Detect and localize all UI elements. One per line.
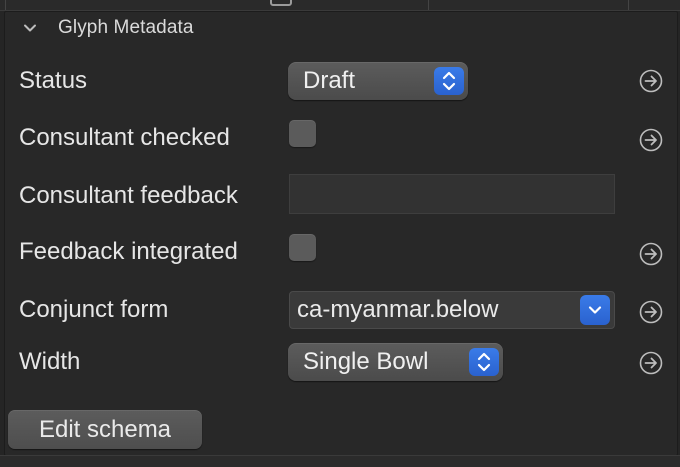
- edit-schema-button[interactable]: Edit schema: [8, 410, 202, 449]
- feedback-integrated-label: Feedback integrated: [19, 238, 238, 265]
- toolbar-divider: [628, 0, 629, 10]
- top-toolbar-strip: [0, 0, 680, 11]
- arrow-right-circle-icon[interactable]: [639, 128, 663, 152]
- section-title: Glyph Metadata: [58, 17, 194, 38]
- width-value: Single Bowl: [303, 348, 429, 375]
- width-label: Width: [19, 348, 81, 375]
- conjunct-form-value: ca-myanmar.below: [297, 296, 499, 323]
- status-popup[interactable]: Draft: [288, 62, 468, 100]
- toolbar-control-edge[interactable]: [270, 0, 292, 6]
- section-header[interactable]: Glyph Metadata: [22, 16, 194, 40]
- consultant-feedback-row: Consultant feedback: [0, 174, 680, 218]
- arrow-right-circle-icon[interactable]: [639, 242, 663, 266]
- up-down-chevron-icon: [434, 67, 464, 95]
- edit-schema-label: Edit schema: [38, 416, 172, 443]
- conjunct-form-combo[interactable]: ca-myanmar.below: [289, 291, 615, 329]
- width-popup[interactable]: Single Bowl: [288, 343, 503, 381]
- status-label: Status: [19, 67, 88, 94]
- consultant-feedback-label: Consultant feedback: [19, 182, 238, 209]
- up-down-chevron-icon: [469, 348, 499, 376]
- feedback-integrated-checkbox[interactable]: [289, 234, 316, 261]
- bottom-strip: [0, 455, 680, 467]
- conjunct-form-label: Conjunct form: [19, 296, 169, 323]
- consultant-checked-row: Consultant checked: [0, 116, 680, 160]
- consultant-checked-label: Consultant checked: [19, 124, 230, 151]
- consultant-feedback-field[interactable]: [289, 174, 615, 214]
- consultant-checked-checkbox[interactable]: [289, 120, 316, 147]
- arrow-right-circle-icon[interactable]: [639, 69, 663, 93]
- toolbar-divider: [5, 0, 6, 10]
- arrow-right-circle-icon[interactable]: [639, 300, 663, 324]
- status-row: Status Draft: [0, 59, 680, 103]
- chevron-down-icon[interactable]: [22, 20, 38, 36]
- toolbar-divider: [428, 0, 429, 10]
- arrow-right-circle-icon[interactable]: [639, 351, 663, 375]
- chevron-down-icon[interactable]: [580, 295, 610, 325]
- conjunct-form-row: Conjunct form ca-myanmar.below: [0, 288, 680, 332]
- status-value: Draft: [303, 67, 356, 94]
- width-row: Width Single Bowl: [0, 340, 680, 384]
- feedback-integrated-row: Feedback integrated: [0, 230, 680, 274]
